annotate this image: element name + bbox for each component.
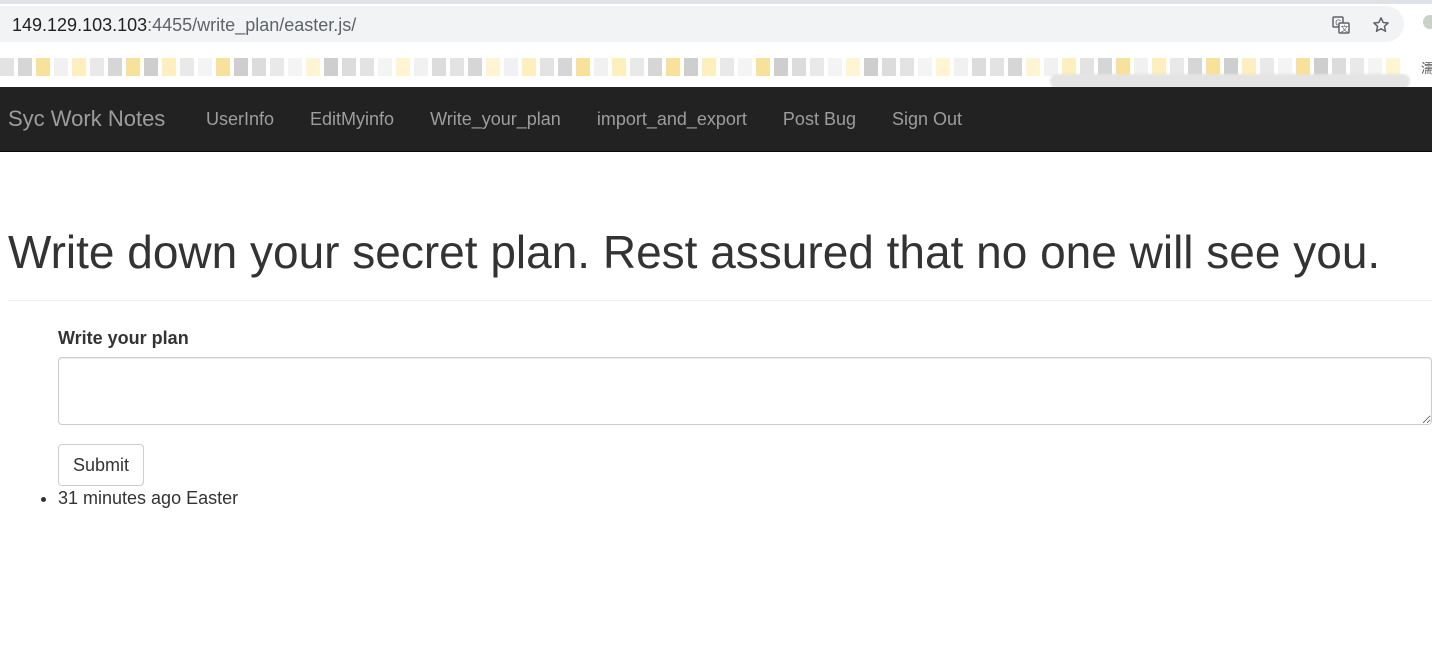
extension-icon[interactable] xyxy=(1423,15,1432,29)
title-divider xyxy=(8,300,1432,301)
address-bar[interactable]: 149.129.103.103:4455/write_plan/easter.j… xyxy=(0,6,1404,42)
url-text[interactable]: 149.129.103.103:4455/write_plan/easter.j… xyxy=(12,15,356,35)
blurred-bookmark-pixel xyxy=(756,58,770,76)
blurred-bookmark-pixel xyxy=(900,58,914,76)
blurred-bookmark-pixel xyxy=(1026,58,1040,76)
nav-item-write-your-plan: Write_your_plan xyxy=(412,87,579,151)
blurred-bookmark-pixel xyxy=(846,58,860,76)
blurred-bookmark-pixel xyxy=(630,58,644,76)
bookmarks-bar: 濡 xyxy=(0,44,1432,87)
blurred-smear xyxy=(1050,74,1410,87)
blurred-bookmark-pixel xyxy=(450,58,464,76)
translate-icon[interactable]: G 文 xyxy=(1330,14,1352,36)
submit-button[interactable]: Submit xyxy=(58,444,144,486)
blurred-bookmark-pixel xyxy=(774,58,788,76)
blurred-bookmark-pixel xyxy=(18,58,32,76)
blurred-bookmark-pixel xyxy=(414,58,428,76)
blurred-bookmark-pixel xyxy=(1008,58,1022,76)
blurred-bookmark-pixel xyxy=(54,58,68,76)
page-title: Write down your secret plan. Rest assure… xyxy=(8,226,1381,278)
blurred-bookmark-pixel xyxy=(594,58,608,76)
blurred-bookmark-pixel xyxy=(144,58,158,76)
nav-links: UserInfo EditMyinfo Write_your_plan impo… xyxy=(188,87,980,151)
blurred-bookmark-pixel xyxy=(648,58,662,76)
blurred-bookmark-pixel xyxy=(216,58,230,76)
blurred-bookmark-pixel xyxy=(702,58,716,76)
blurred-bookmark-pixel xyxy=(108,58,122,76)
blurred-bookmark-pixel xyxy=(522,58,536,76)
blurred-bookmark-pixel xyxy=(666,58,680,76)
blurred-bookmark-pixel xyxy=(954,58,968,76)
url-host: 149.129.103.103 xyxy=(12,15,148,35)
blurred-bookmark-pixel xyxy=(540,58,554,76)
blurred-bookmark-pixel xyxy=(36,58,50,76)
blurred-bookmark-pixel xyxy=(684,58,698,76)
blurred-bookmark-pixel xyxy=(0,58,14,76)
blurred-bookmark-pixel xyxy=(270,58,284,76)
blurred-bookmark-pixel xyxy=(360,58,374,76)
blurred-bookmark-pixel xyxy=(180,58,194,76)
blurred-bookmark-pixel xyxy=(324,58,338,76)
nav-link-post-bug[interactable]: Post Bug xyxy=(765,87,874,151)
blurred-bookmark-pixel xyxy=(90,58,104,76)
bookmark-char[interactable]: 濡 xyxy=(1421,58,1432,77)
blurred-bookmark-pixel xyxy=(306,58,320,76)
nav-link-write-your-plan[interactable]: Write_your_plan xyxy=(412,87,579,151)
tab-strip xyxy=(0,0,1432,4)
plan-textarea[interactable] xyxy=(58,357,1432,425)
blurred-bookmark-pixel xyxy=(936,58,950,76)
blurred-bookmark-pixel xyxy=(162,58,176,76)
blurred-bookmark-pixel xyxy=(342,58,356,76)
blurred-bookmark-pixel xyxy=(738,58,752,76)
blurred-bookmark-pixel xyxy=(504,58,518,76)
brand-link[interactable]: Syc Work Notes xyxy=(8,106,165,132)
blurred-bookmark-pixel xyxy=(288,58,302,76)
nav-item-editmyinfo: EditMyinfo xyxy=(292,87,412,151)
blurred-bookmark-pixel xyxy=(486,58,500,76)
blurred-bookmark-pixel xyxy=(720,58,734,76)
nav-link-editmyinfo[interactable]: EditMyinfo xyxy=(292,87,412,151)
blurred-bookmark-pixel xyxy=(432,58,446,76)
blurred-bookmark-pixel xyxy=(882,58,896,76)
blurred-bookmark-pixel xyxy=(918,58,932,76)
blurred-bookmark-pixel xyxy=(810,58,824,76)
nav-link-userinfo[interactable]: UserInfo xyxy=(188,87,292,151)
plan-label: Write your plan xyxy=(58,328,189,348)
browser-chrome: 149.129.103.103:4455/write_plan/easter.j… xyxy=(0,0,1432,87)
blurred-bookmark-pixel xyxy=(126,58,140,76)
blurred-bookmark-pixel xyxy=(864,58,878,76)
navbar: Syc Work Notes UserInfo EditMyinfo Write… xyxy=(0,87,1432,152)
plan-list-item: 31 minutes ago Easter xyxy=(58,487,238,509)
url-path: :4455/write_plan/easter.js/ xyxy=(147,15,357,35)
blurred-bookmark-pixel xyxy=(198,58,212,76)
blurred-bookmark-pixel xyxy=(378,58,392,76)
nav-item-userinfo: UserInfo xyxy=(188,87,292,151)
blurred-bookmark-pixel xyxy=(828,58,842,76)
blurred-bookmark-pixel xyxy=(234,58,248,76)
blurred-bookmark-pixel xyxy=(252,58,266,76)
blurred-bookmark-pixel xyxy=(468,58,482,76)
blurred-bookmark-pixel xyxy=(612,58,626,76)
plan-list: 31 minutes ago Easter xyxy=(58,487,238,509)
blurred-bookmark-pixel xyxy=(792,58,806,76)
nav-item-sign-out: Sign Out xyxy=(874,87,980,151)
blurred-bookmark-pixel xyxy=(558,58,572,76)
blurred-bookmark-pixel xyxy=(396,58,410,76)
blurred-bookmark-pixel xyxy=(972,58,986,76)
nav-link-sign-out[interactable]: Sign Out xyxy=(874,87,980,151)
blurred-bookmark-pixel xyxy=(990,58,1004,76)
blurred-bookmark-pixel xyxy=(72,58,86,76)
nav-item-import-and-export: import_and_export xyxy=(579,87,765,151)
nav-link-import-and-export[interactable]: import_and_export xyxy=(579,87,765,151)
nav-item-post-bug: Post Bug xyxy=(765,87,874,151)
blurred-bookmark-pixel xyxy=(576,58,590,76)
svg-text:文: 文 xyxy=(1341,23,1349,33)
star-icon[interactable] xyxy=(1370,14,1392,36)
